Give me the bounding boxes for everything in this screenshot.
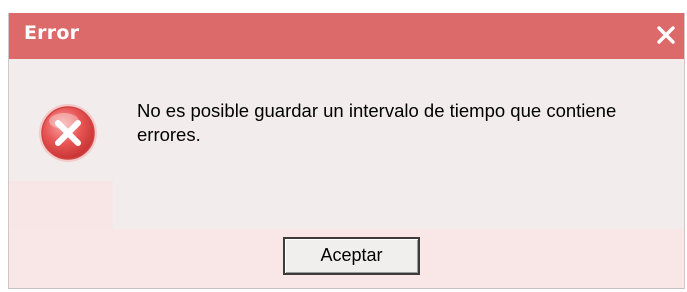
close-button[interactable]	[651, 18, 681, 52]
error-dialog: Error No es posible guardar un intervalo…	[8, 13, 685, 289]
error-message: No es posible guardar un intervalo de ti…	[137, 100, 617, 145]
close-icon	[657, 26, 675, 44]
titlebar: Error	[9, 13, 684, 59]
dialog-title: Error	[24, 22, 80, 44]
error-icon	[36, 101, 100, 165]
dialog-body: No es posible guardar un intervalo de ti…	[9, 59, 684, 288]
aceptar-button[interactable]: Aceptar	[283, 237, 420, 275]
